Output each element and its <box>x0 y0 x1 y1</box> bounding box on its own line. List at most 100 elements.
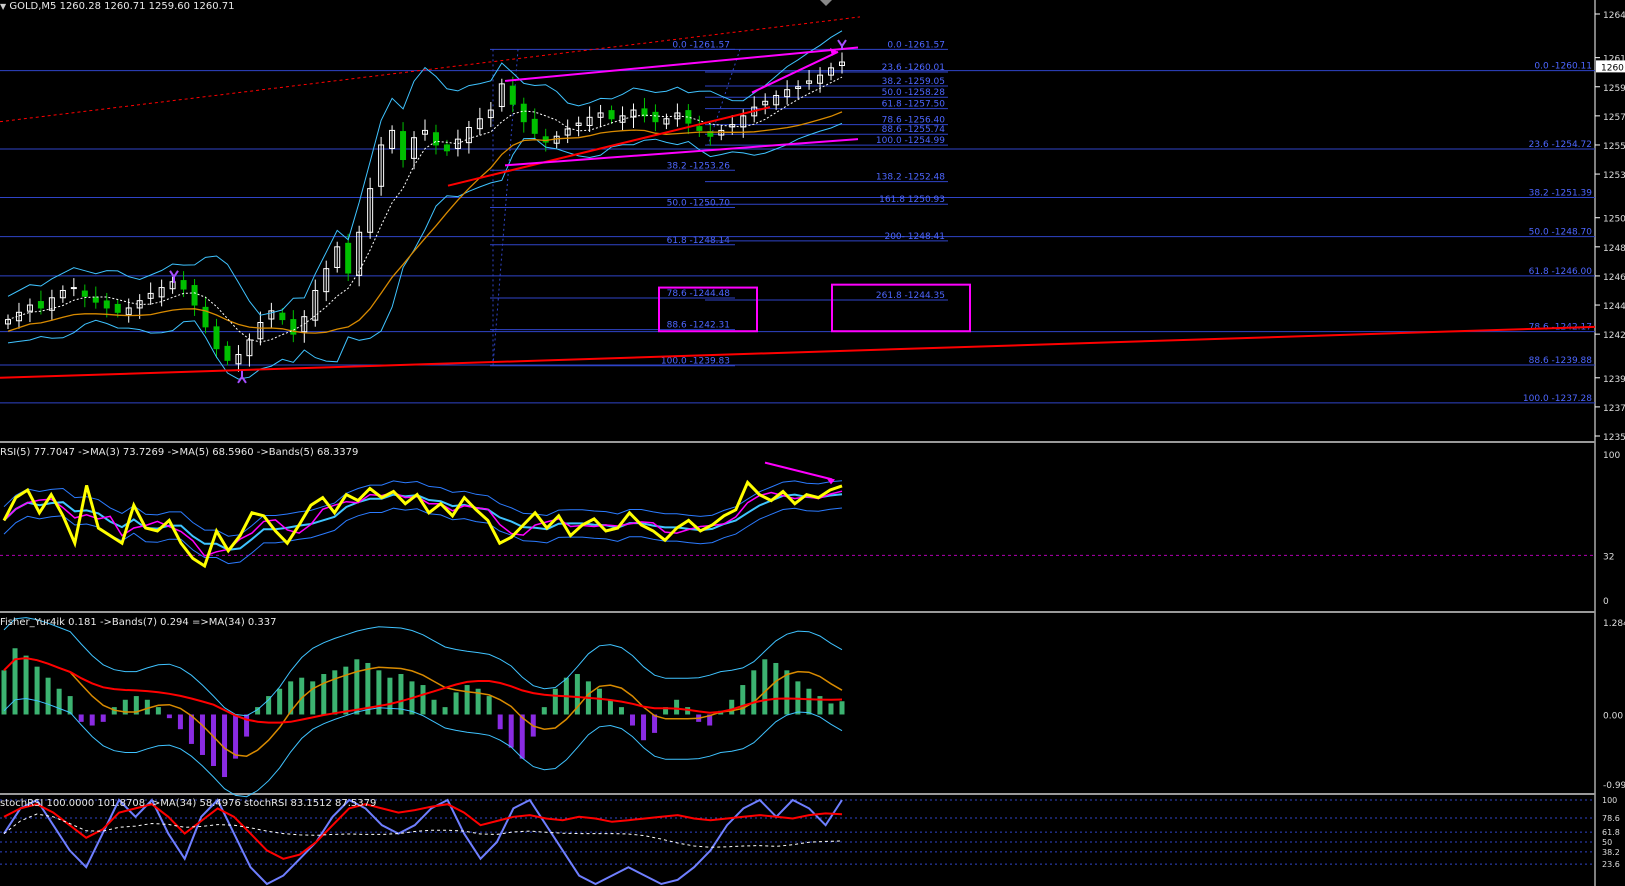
fisher-bar <box>508 714 514 748</box>
fisher-bar <box>420 685 426 715</box>
fib-label-mid: 261.8 -1244.35 <box>876 291 945 301</box>
rsi-tick-label: 32 <box>1603 552 1614 562</box>
fisher-bar <box>784 670 790 715</box>
fisher-title: Fisher_Yur4ik 0.181 ->Bands(7) 0.294 =>M… <box>0 617 277 628</box>
fib-label-mid: 50.0 -1258.28 <box>882 88 946 98</box>
fisher-bar <box>277 688 283 715</box>
fib-label-left: 78.6 -1244.48 <box>667 289 731 299</box>
price-tick-label: 1239 <box>1603 375 1625 385</box>
candle-body <box>652 111 659 123</box>
candle-body <box>279 312 286 321</box>
price-tick-label: 1244 <box>1603 302 1625 312</box>
current-price-label: 1260 <box>1601 63 1624 73</box>
fisher-bar <box>486 696 492 715</box>
price-tick-label: 1248 <box>1603 244 1625 254</box>
fisher-bar <box>211 714 216 766</box>
candle-body <box>520 103 527 123</box>
fisher-bar <box>233 714 239 759</box>
fisher-bar <box>497 714 503 730</box>
fisher-bar <box>729 699 735 715</box>
fisher-bar <box>607 699 613 715</box>
fib-label-right: 100.0 -1237.28 <box>1523 394 1592 404</box>
price-tick-label: 1255 <box>1603 142 1625 152</box>
triangle-down-icon[interactable]: ▼ <box>0 2 6 11</box>
candle-body <box>542 136 549 143</box>
fisher-bar <box>343 666 349 715</box>
price-tick-label: 1237 <box>1603 404 1625 414</box>
candle-body <box>509 85 516 105</box>
fisher-bar <box>89 714 95 726</box>
fisher-bar <box>552 688 558 715</box>
fisher-bar <box>762 659 768 715</box>
price-tick-label: 1235 <box>1603 433 1625 443</box>
symbol-title: GOLD,M5 1260.28 1260.71 1259.60 1260.71 <box>9 1 235 12</box>
fib-label-mid: 38.2 -1259.05 <box>882 77 945 87</box>
fisher-bar <box>806 688 812 715</box>
candle-body <box>224 345 231 361</box>
fisher-tick-label: 0.00 <box>1603 711 1623 721</box>
fisher-bar <box>442 707 448 715</box>
candle-body <box>103 300 110 309</box>
fisher-bar <box>773 662 779 715</box>
fisher-bar <box>56 688 62 715</box>
fisher-bar <box>541 707 547 715</box>
candle-body <box>92 296 99 303</box>
fib-label-left: 50.0 -1250.70 <box>667 199 731 209</box>
trading-chart-window: 0.0 -1260.11 23.6 -1254.72 38.2 -1251.39 50… <box>0 0 1625 886</box>
fisher-bar <box>1 670 7 715</box>
rsi-tick-label: 100 <box>1603 451 1620 461</box>
fisher-bar <box>453 692 459 715</box>
fisher-bar <box>652 714 658 733</box>
fisher-bar <box>23 655 29 715</box>
fisher-bar <box>740 685 746 715</box>
candle-body <box>432 132 439 146</box>
fib-label-mid: 78.6 -1256.40 <box>882 116 946 126</box>
candle-body <box>37 301 44 309</box>
fib-label-left: 38.2 -1253.26 <box>667 161 731 171</box>
candle-body <box>608 110 615 120</box>
fisher-bar <box>630 714 635 726</box>
fisher-bar <box>310 681 316 715</box>
candle-body <box>400 131 407 161</box>
fib-label-right: 88.6 -1239.88 <box>1529 356 1593 366</box>
fib-label-mid: 61.8 -1257.50 <box>882 100 946 110</box>
fisher-bar <box>751 670 757 715</box>
fisher-bar <box>266 696 272 715</box>
fisher-bar <box>618 707 624 715</box>
fisher-bar <box>100 714 106 722</box>
fisher-bar <box>45 677 51 715</box>
fisher-bar <box>354 659 360 715</box>
candle-body <box>81 290 88 297</box>
fisher-bar <box>828 703 834 715</box>
fisher-tick-label: 1.284 <box>1603 619 1625 629</box>
stochrsi-title: stochRSI 100.0000 101.8708 ->MA(34) 58.4… <box>0 798 377 809</box>
fisher-bar <box>332 670 338 715</box>
fib-label-mid: 138.2 -1252.48 <box>876 173 945 183</box>
fisher-bar <box>244 714 250 737</box>
fisher-bar <box>78 714 84 722</box>
price-tick-label: 1246 <box>1603 273 1625 283</box>
fisher-bar <box>34 666 40 715</box>
candle-body <box>213 326 220 350</box>
fib-label-right: 23.6 -1254.72 <box>1529 140 1592 150</box>
fisher-tick-label: -0.999 <box>1603 781 1625 791</box>
fisher-bar <box>839 701 845 715</box>
candle-body <box>531 118 538 134</box>
stoch-tick-label: 78.6 <box>1602 814 1620 823</box>
price-tick-label: 1259 <box>1603 84 1625 94</box>
fisher-bar <box>321 674 327 715</box>
fisher-bar <box>641 714 647 741</box>
candle-body <box>443 144 450 152</box>
stoch-tick-label: 23.6 <box>1602 860 1620 869</box>
candle-body <box>696 126 703 131</box>
fib-label-left: 88.6 -1242.31 <box>667 321 730 331</box>
price-tick-label: 1242 <box>1603 331 1625 341</box>
price-tick-label: 1257 <box>1603 113 1625 123</box>
candle-body <box>191 285 198 306</box>
fib-label-mid: 0.0 -1261.57 <box>887 40 945 50</box>
candle-body <box>70 287 77 290</box>
fisher-bar <box>519 714 525 759</box>
fisher-bar <box>177 714 183 730</box>
fib-label-mid: 161.8 1250.93 <box>879 195 945 205</box>
candle-body <box>345 242 352 274</box>
